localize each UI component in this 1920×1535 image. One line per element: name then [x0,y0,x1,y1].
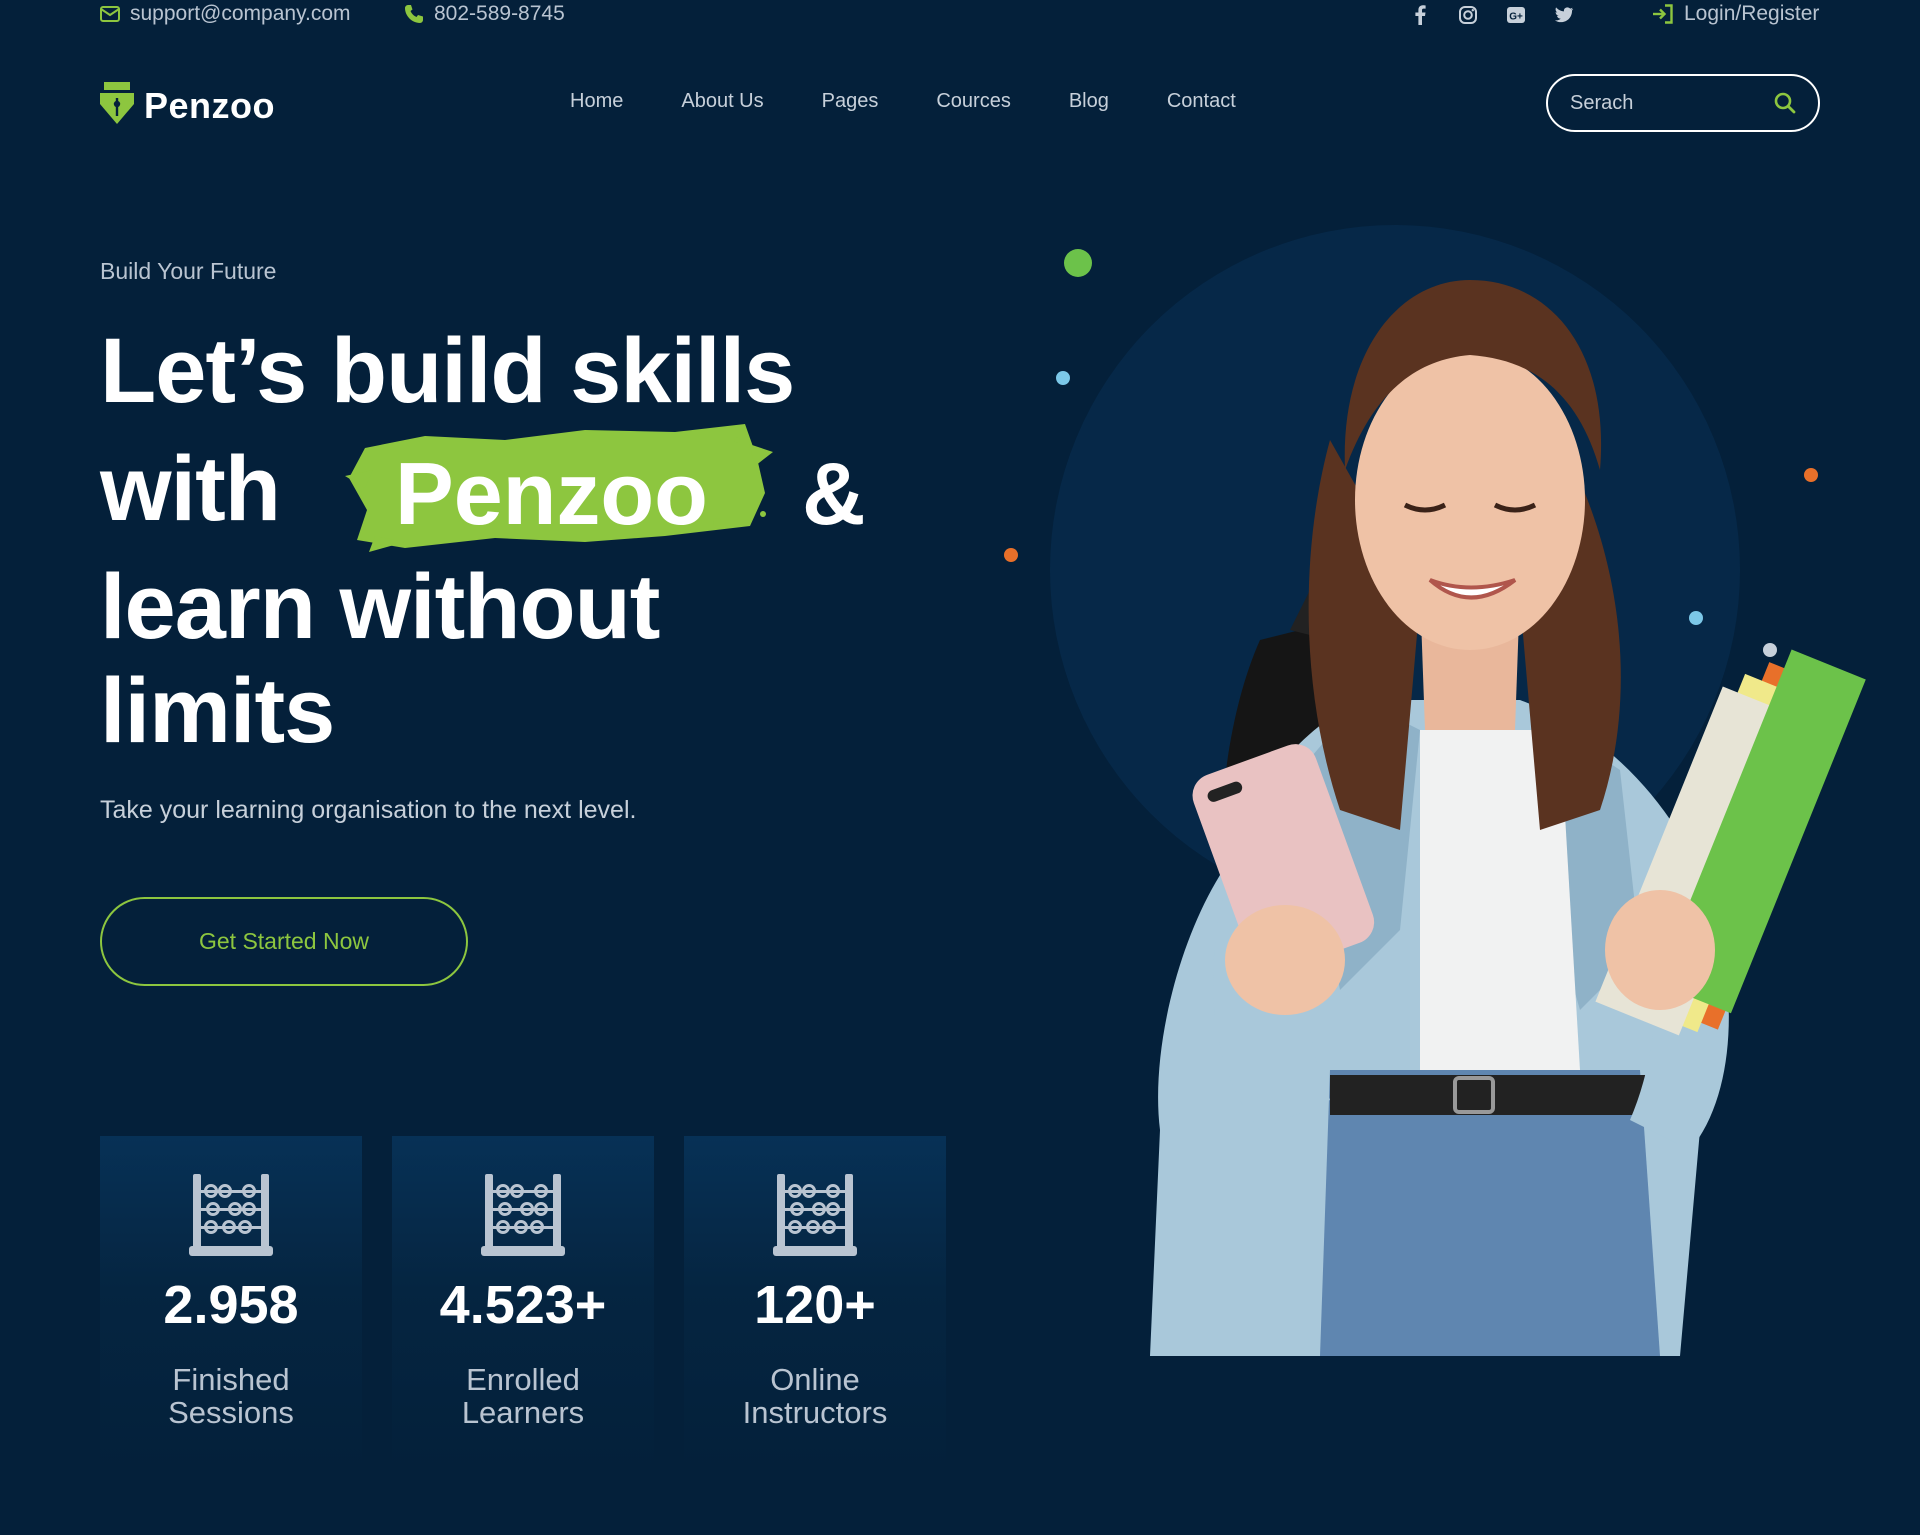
decor-dot-green [1064,249,1092,277]
google-plus-icon[interactable]: G+ [1506,4,1526,26]
stat-label-line-2: Instructors [742,1394,888,1430]
headline-line-1: Let’s build skills [100,320,795,422]
headline-ampersand: & [802,444,866,543]
brand-name: Penzoo [144,84,276,126]
nav-pages[interactable]: Pages [822,90,879,113]
login-text: Login/Register [1684,2,1820,25]
stat-label-line-1: Enrolled [466,1362,580,1397]
stat-card: 120+ Online Instructors [684,1136,946,1476]
nav-about-us[interactable]: About Us [681,90,763,113]
brand-logo[interactable]: Penzoo [100,82,275,129]
decor-dot-blue [1689,611,1703,625]
stat-value: 2.958 [163,1275,299,1335]
main-nav: Home About Us Pages Cources Blog Contact [570,90,1294,113]
search-box [1546,74,1820,132]
instagram-icon[interactable] [1458,4,1478,26]
nav-contact[interactable]: Contact [1167,90,1236,113]
twitter-icon[interactable] [1554,4,1574,26]
nav-blog[interactable]: Blog [1069,90,1109,113]
stat-card: 4.523+ Enrolled Learners [392,1136,654,1476]
nav-home[interactable]: Home [570,90,623,113]
email-text: support@company.com [130,2,351,25]
search-icon[interactable] [1774,92,1796,114]
stat-label: Online Instructors [684,1362,946,1430]
login-register-link[interactable]: Login/Register [1652,2,1819,26]
abacus-icon [189,1172,273,1263]
stat-label-line-1: Online [770,1362,860,1397]
hero-subtitle: Take your learning organisation to the n… [100,796,637,824]
stat-label: Enrolled Learners [392,1362,654,1430]
facebook-icon[interactable] [1410,4,1430,26]
decor-dot-orange [1804,468,1818,482]
top-bar: support@company.com 802-589-8745 G+ Logi… [0,0,1920,30]
headline-line-3: learn without [100,556,660,658]
phone-text: 802-589-8745 [434,2,565,25]
contact-email[interactable]: support@company.com [100,2,351,26]
decor-dot-gray [1763,643,1777,657]
social-links: G+ [1410,4,1574,26]
abacus-icon [481,1172,565,1263]
headline-highlight-word: Penzoo [395,444,708,543]
search-input[interactable] [1570,91,1760,115]
stat-card: 2.958 Finished Sessions [100,1136,362,1476]
stat-value: 4.523+ [439,1275,607,1335]
stat-value: 120+ [754,1275,876,1335]
phone-icon [404,4,424,24]
headline-line-4: limits [100,660,335,762]
hero-eyebrow: Build Your Future [100,258,277,284]
svg-text:G+: G+ [1509,12,1523,23]
stat-label-line-2: Learners [461,1394,585,1430]
decor-dot-blue [1056,371,1070,385]
contact-phone[interactable]: 802-589-8745 [404,2,565,26]
stat-label-line-2: Sessions [168,1394,294,1430]
hero-student-image [1004,225,1866,1356]
decor-dot-orange [1004,548,1018,562]
nav-courses[interactable]: Cources [936,90,1010,113]
sign-in-icon [1652,4,1674,24]
stat-label: Finished Sessions [100,1362,362,1430]
main-header: Penzoo Home About Us Pages Cources Blog … [0,70,1920,136]
pen-nib-icon [100,82,134,129]
stat-label-line-1: Finished [172,1362,290,1397]
headline-line-2: with [100,438,281,540]
abacus-icon [773,1172,857,1263]
envelope-icon [100,6,120,22]
get-started-button[interactable]: Get Started Now [100,897,468,986]
